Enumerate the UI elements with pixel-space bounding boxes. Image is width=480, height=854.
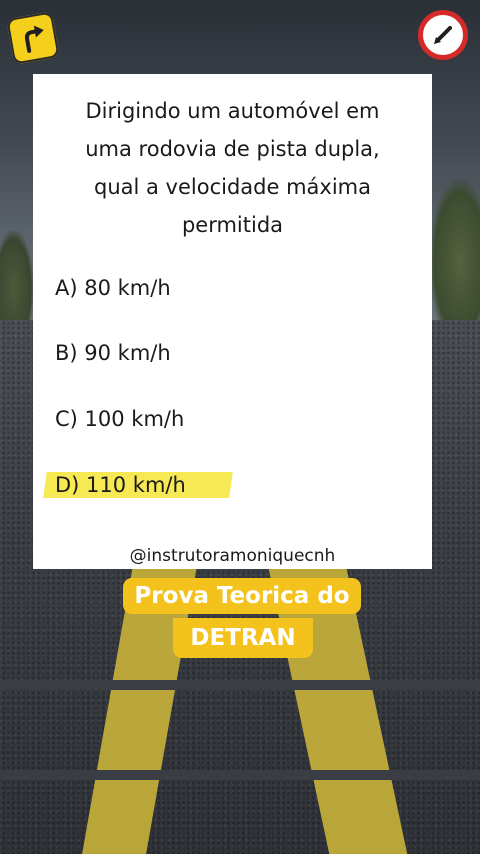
option-d[interactable]: D) 110 km/h (55, 473, 186, 497)
caption-line-1: Prova Teorica do (123, 578, 361, 614)
pencil-icon (434, 26, 452, 44)
author-handle: @instrutoramoniquecnh (129, 546, 336, 566)
curve-arrow-icon (24, 25, 44, 53)
option-c[interactable]: C) 100 km/h (55, 407, 184, 431)
question-card: Dirigindo um automóvel em uma rodovia de… (33, 74, 432, 569)
option-a[interactable]: A) 80 km/h (55, 276, 171, 300)
lane-gap (0, 680, 480, 690)
curve-right-warning-sign-icon (6, 11, 60, 65)
lane-gap (0, 770, 480, 780)
trees-left (0, 230, 34, 330)
trees-right (430, 180, 480, 330)
edit-pencil-sign-icon[interactable] (418, 10, 468, 60)
option-b[interactable]: B) 90 km/h (55, 341, 171, 365)
question-text: Dirigindo um automóvel em uma rodovia de… (85, 99, 380, 237)
caption-line-2: DETRAN (173, 618, 313, 658)
